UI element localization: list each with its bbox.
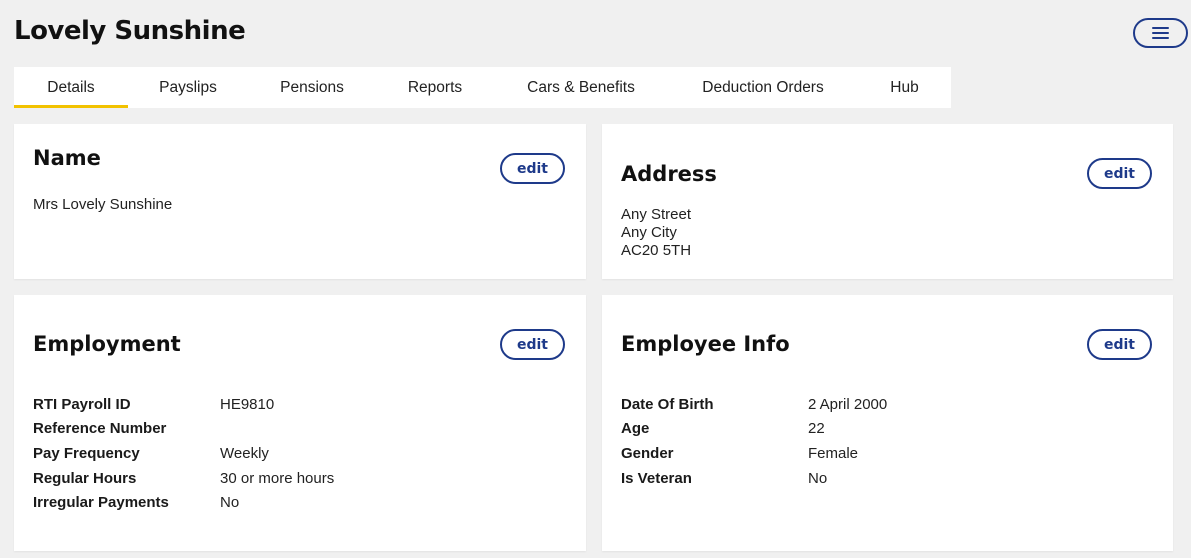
detail-label: Pay Frequency xyxy=(33,444,140,462)
tab-reports[interactable]: Reports xyxy=(376,67,494,108)
detail-label: Regular Hours xyxy=(33,469,137,487)
address-lines: Any Street Any City AC20 5TH xyxy=(621,206,691,260)
detail-row: Is Veteran No xyxy=(621,466,1141,491)
detail-label: Date Of Birth xyxy=(621,395,714,413)
detail-row: Gender Female xyxy=(621,441,1141,466)
edit-address-button[interactable]: edit xyxy=(1087,158,1152,189)
tab-payslips[interactable]: Payslips xyxy=(128,67,248,108)
address-line-3: AC20 5TH xyxy=(621,242,692,259)
tab-details[interactable]: Details xyxy=(14,67,128,108)
detail-row: Reference Number xyxy=(33,417,553,442)
employee-info-details: Date Of Birth 2 April 2000 Age 22 Gender… xyxy=(621,392,1141,490)
name-card: Name edit Mrs Lovely Sunshine xyxy=(14,124,586,279)
tab-bar: Details Payslips Pensions Reports Cars &… xyxy=(14,67,951,108)
detail-value: HE9810 xyxy=(220,395,275,413)
tab-hub[interactable]: Hub xyxy=(858,67,951,108)
detail-row: Date Of Birth 2 April 2000 xyxy=(621,392,1141,417)
address-card-title: Address xyxy=(621,162,717,186)
detail-label: RTI Payroll ID xyxy=(33,395,131,413)
detail-value: Female xyxy=(808,444,859,462)
detail-row: Pay Frequency Weekly xyxy=(33,441,553,466)
detail-row: Irregular Payments No xyxy=(33,490,553,515)
menu-button[interactable] xyxy=(1133,18,1188,48)
address-card: Address edit Any Street Any City AC20 5T… xyxy=(602,124,1173,279)
employee-info-card-title: Employee Info xyxy=(621,332,790,356)
full-name-value: Mrs Lovely Sunshine xyxy=(33,196,173,213)
hamburger-menu-icon xyxy=(1152,27,1169,39)
employment-card: Employment edit RTI Payroll ID HE9810 Re… xyxy=(14,295,586,551)
detail-label: Irregular Payments xyxy=(33,494,169,512)
detail-value: No xyxy=(808,469,828,487)
name-card-title: Name xyxy=(33,146,101,170)
detail-label: Reference Number xyxy=(33,420,167,438)
detail-value: No xyxy=(220,494,240,512)
edit-employment-button[interactable]: edit xyxy=(500,329,565,360)
detail-label: Age xyxy=(621,420,650,438)
detail-label: Is Veteran xyxy=(621,469,692,487)
edit-name-button[interactable]: edit xyxy=(500,153,565,184)
tab-pensions[interactable]: Pensions xyxy=(248,67,376,108)
employment-card-title: Employment xyxy=(33,332,181,356)
detail-value: Weekly xyxy=(220,444,269,462)
detail-value: 30 or more hours xyxy=(220,469,335,487)
detail-row: Age 22 xyxy=(621,417,1141,442)
edit-employee-info-button[interactable]: edit xyxy=(1087,329,1152,360)
tab-deduction-orders[interactable]: Deduction Orders xyxy=(668,67,858,108)
employment-details: RTI Payroll ID HE9810 Reference Number P… xyxy=(33,392,553,515)
detail-row: Regular Hours 30 or more hours xyxy=(33,466,553,491)
address-line-1: Any Street xyxy=(621,206,692,223)
detail-row: RTI Payroll ID HE9810 xyxy=(33,392,553,417)
employee-info-card: Employee Info edit Date Of Birth 2 April… xyxy=(602,295,1173,551)
page-title: Lovely Sunshine xyxy=(14,16,246,46)
detail-value: 22 xyxy=(808,420,825,438)
address-line-2: Any City xyxy=(621,224,677,241)
detail-label: Gender xyxy=(621,444,674,462)
detail-value: 2 April 2000 xyxy=(808,395,888,413)
tab-cars-benefits[interactable]: Cars & Benefits xyxy=(494,67,668,108)
